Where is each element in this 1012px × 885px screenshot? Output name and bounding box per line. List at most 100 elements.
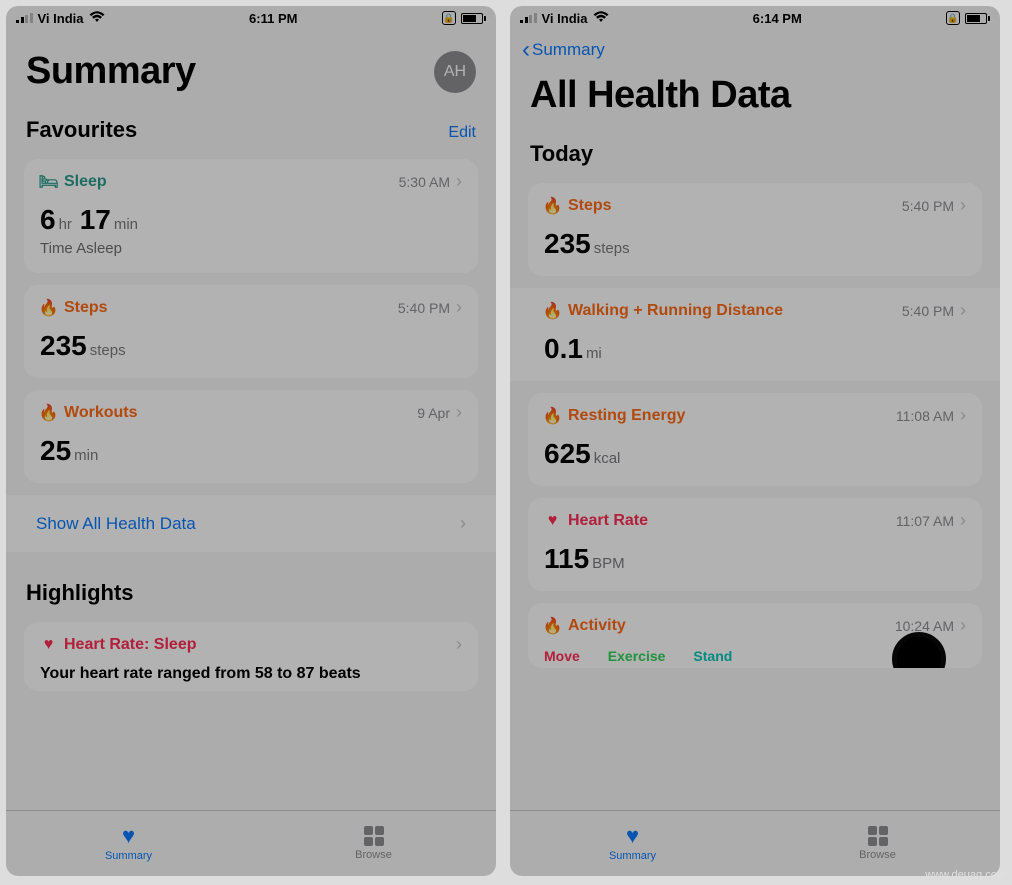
flame-icon: 🔥 xyxy=(40,403,57,423)
flame-icon: 🔥 xyxy=(544,196,561,216)
tab-label: Summary xyxy=(609,850,656,862)
card-activity[interactable]: 🔥 Activity 10:24 AM › Move Exercise Stand xyxy=(528,603,982,668)
carrier-label: Vi India xyxy=(38,11,84,26)
tab-summary[interactable]: ♥ Summary xyxy=(510,811,755,876)
card-title-text: Walking + Running Distance xyxy=(568,302,783,320)
card-title-text: Heart Rate xyxy=(568,512,648,530)
tab-browse[interactable]: Browse xyxy=(755,811,1000,876)
tab-bar: ♥ Summary Browse xyxy=(6,810,496,876)
flame-icon: 🔥 xyxy=(40,298,57,318)
steps-value: 235steps xyxy=(40,330,462,362)
card-time: 5:40 PM xyxy=(398,300,450,316)
chevron-right-icon: › xyxy=(456,297,462,318)
chevron-right-icon: › xyxy=(960,405,966,426)
card-resting-energy[interactable]: 🔥 Resting Energy 11:08 AM › 625kcal xyxy=(528,393,982,486)
back-button[interactable]: ‹ Summary xyxy=(510,28,1000,62)
flame-icon: 🔥 xyxy=(544,616,561,636)
highlight-text: Your heart rate ranged from 58 to 87 bea… xyxy=(40,665,462,683)
card-sleep[interactable]: 🛏 Sleep 5:30 AM › 6hr 17min Time Asleep xyxy=(24,159,478,273)
heart-icon: ♥ xyxy=(626,825,639,847)
signal-icon xyxy=(16,13,33,23)
flame-icon: 🔥 xyxy=(544,406,561,426)
heart-rate-value: 115BPM xyxy=(544,543,966,575)
card-title-text: Steps xyxy=(568,197,612,215)
heart-icon: ♥ xyxy=(544,512,561,530)
activity-stand: Stand xyxy=(693,648,732,664)
card-title-text: Heart Rate: Sleep xyxy=(64,636,197,654)
card-walking-running-distance[interactable]: 🔥 Walking + Running Distance 5:40 PM › 0.1… xyxy=(510,288,1000,381)
card-heart-rate-sleep[interactable]: ♥ Heart Rate: Sleep › Your heart rate ran… xyxy=(24,622,478,691)
status-time: 6:14 PM xyxy=(753,11,802,26)
card-title-text: Resting Energy xyxy=(568,407,685,425)
workouts-value: 25min xyxy=(40,435,462,467)
battery-icon xyxy=(461,13,486,24)
status-time: 6:11 PM xyxy=(249,11,297,26)
rotation-lock-icon: 🔒 xyxy=(946,11,960,25)
carrier-label: Vi India xyxy=(542,11,588,26)
back-label: Summary xyxy=(532,40,605,60)
chevron-right-icon: › xyxy=(456,402,462,423)
card-time: 11:07 AM xyxy=(896,513,954,529)
tab-label: Summary xyxy=(105,850,152,862)
flame-icon: 🔥 xyxy=(544,301,561,321)
sleep-value: 6hr 17min xyxy=(40,204,462,236)
tab-browse[interactable]: Browse xyxy=(251,811,496,876)
card-time: 5:40 PM xyxy=(902,303,954,319)
card-title-text: Sleep xyxy=(64,173,107,191)
edit-button[interactable]: Edit xyxy=(448,124,476,142)
resting-value: 625kcal xyxy=(544,438,966,470)
card-time: 9 Apr xyxy=(417,405,450,421)
card-title-text: Steps xyxy=(64,299,108,317)
avatar[interactable]: AH xyxy=(434,51,476,93)
signal-icon xyxy=(520,13,537,23)
bed-icon: 🛏 xyxy=(40,172,57,192)
show-all-label: Show All Health Data xyxy=(36,514,196,534)
activity-ring-icon xyxy=(892,632,946,668)
wifi-icon xyxy=(89,10,105,26)
page-title: All Health Data xyxy=(530,74,791,117)
card-steps[interactable]: 🔥 Steps 5:40 PM › 235steps xyxy=(528,183,982,276)
wifi-icon xyxy=(593,10,609,26)
battery-icon xyxy=(965,13,990,24)
chevron-right-icon: › xyxy=(456,171,462,192)
section-today: Today xyxy=(530,141,593,167)
card-time: 5:40 PM xyxy=(902,198,954,214)
heart-icon: ♥ xyxy=(122,825,135,847)
section-highlights: Highlights xyxy=(26,580,134,606)
chevron-right-icon: › xyxy=(960,510,966,531)
sleep-sublabel: Time Asleep xyxy=(40,240,462,257)
card-workouts[interactable]: 🔥 Workouts 9 Apr › 25min xyxy=(24,390,478,483)
steps-value: 235steps xyxy=(544,228,966,260)
card-time: 11:08 AM xyxy=(896,408,954,424)
card-title-text: Workouts xyxy=(64,404,137,422)
tab-label: Browse xyxy=(355,849,392,861)
grid-icon xyxy=(364,826,384,846)
card-steps[interactable]: 🔥 Steps 5:40 PM › 235steps xyxy=(24,285,478,378)
grid-icon xyxy=(868,826,888,846)
phone-right: Vi India 6:14 PM 🔒 ‹ Summary All Health … xyxy=(510,6,1000,876)
activity-move: Move xyxy=(544,648,580,664)
page-title: Summary xyxy=(26,50,196,93)
card-heart-rate[interactable]: ♥ Heart Rate 11:07 AM › 115BPM xyxy=(528,498,982,591)
rotation-lock-icon: 🔒 xyxy=(442,11,456,25)
tab-label: Browse xyxy=(859,849,896,861)
tab-summary[interactable]: ♥ Summary xyxy=(6,811,251,876)
status-bar: Vi India 6:11 PM 🔒 xyxy=(6,6,496,28)
activity-exercise: Exercise xyxy=(608,648,666,664)
chevron-right-icon: › xyxy=(960,615,966,636)
chevron-right-icon: › xyxy=(960,300,966,321)
chevron-left-icon: ‹ xyxy=(522,38,530,62)
tab-bar: ♥ Summary Browse xyxy=(510,810,1000,876)
distance-value: 0.1mi xyxy=(544,333,966,365)
chevron-right-icon: › xyxy=(460,513,466,534)
card-time: 5:30 AM xyxy=(399,174,450,190)
section-favourites: Favourites xyxy=(26,117,137,143)
chevron-right-icon: › xyxy=(960,195,966,216)
status-bar: Vi India 6:14 PM 🔒 xyxy=(510,6,1000,28)
chevron-right-icon: › xyxy=(456,634,462,655)
show-all-health-data-button[interactable]: Show All Health Data › xyxy=(6,495,496,552)
heart-icon: ♥ xyxy=(40,636,57,654)
phone-left: Vi India 6:11 PM 🔒 Summary AH Favourites… xyxy=(6,6,496,876)
card-time: 10:24 AM xyxy=(895,618,954,634)
card-title-text: Activity xyxy=(568,617,626,635)
